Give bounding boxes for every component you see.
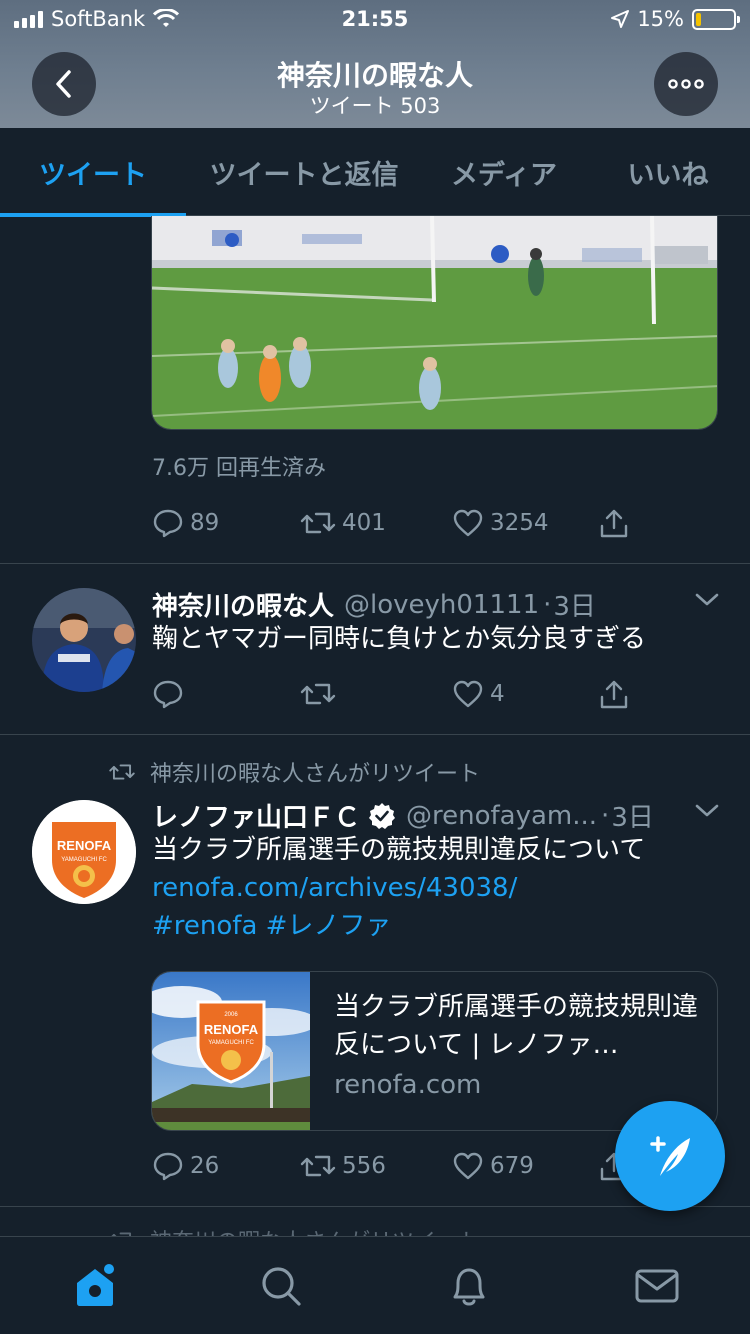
heart-icon: [453, 509, 483, 537]
reply-button[interactable]: 89: [152, 508, 219, 538]
tab-likes[interactable]: いいね: [586, 128, 750, 216]
video-thumbnail[interactable]: [151, 216, 718, 430]
tweet-count: ツイート 503: [309, 94, 441, 118]
bell-icon: [453, 1268, 485, 1306]
more-button[interactable]: [654, 52, 718, 116]
retweet-context-partial: 神奈川の暇な人さんがリツイート: [108, 1224, 480, 1236]
retweet-count: 556: [342, 1153, 386, 1179]
compose-tweet-button[interactable]: [615, 1101, 725, 1211]
reply-icon: [153, 1152, 183, 1181]
tab-media[interactable]: メディア: [422, 128, 586, 216]
like-count: 4: [490, 681, 505, 707]
battery-level: [696, 12, 702, 26]
retweet-icon: [300, 683, 336, 705]
tweet-header: 神奈川の暇な人 @loveyh01111 · 3日: [152, 586, 596, 623]
link-card[interactable]: 2006 RENOFA YAMAGUCHI FC 当クラブ所属選手の競技規則違反…: [151, 971, 718, 1131]
profile-tabs: ツイート ツイートと返信 メディア いいね: [0, 128, 750, 217]
avatar[interactable]: RENOFA YAMAGUCHI FC: [32, 800, 136, 904]
card-logo-year: 2006: [224, 1012, 238, 1018]
like-count: 679: [490, 1153, 534, 1179]
retweet-icon: [300, 1155, 336, 1177]
separator: ·: [601, 800, 610, 831]
tweet-actions: 26 556 679: [152, 1151, 652, 1191]
location-icon: [611, 10, 630, 28]
username[interactable]: @renofayam...: [406, 801, 597, 831]
search-icon: [262, 1267, 301, 1306]
like-button[interactable]: 4: [452, 679, 505, 709]
display-name[interactable]: レノファ山口ＦＣ: [152, 797, 360, 834]
card-image: 2006 RENOFA YAMAGUCHI FC: [152, 972, 310, 1130]
hashtags[interactable]: #renofa #レノファ: [152, 907, 645, 945]
reply-count: 26: [190, 1153, 220, 1179]
retweet-icon: [300, 512, 336, 534]
nav-search[interactable]: [256, 1261, 306, 1311]
chevron-down-icon[interactable]: [694, 592, 720, 608]
reply-button[interactable]: [152, 679, 190, 709]
divider: [0, 563, 750, 564]
separator: ·: [543, 589, 552, 620]
reply-count: 89: [190, 510, 220, 536]
timestamp: 3日: [553, 592, 596, 622]
profile-name: 神奈川の暇な人: [276, 59, 473, 92]
display-name[interactable]: 神奈川の暇な人: [152, 586, 334, 623]
nav-notifications[interactable]: [444, 1261, 494, 1311]
status-bar: SoftBank 21:55 15%: [0, 0, 750, 40]
home-icon: [77, 1264, 114, 1306]
retweet-icon: [109, 764, 135, 780]
bottom-nav: [0, 1236, 750, 1334]
tweet-header: レノファ山口ＦＣ @renofayam... · 3日: [152, 797, 654, 834]
retweet-context: 神奈川の暇な人さんがリツイート: [108, 756, 480, 788]
tweet-actions: 89 401 3254: [152, 508, 652, 548]
like-button[interactable]: 679: [452, 1151, 534, 1181]
chevron-down-icon[interactable]: [694, 803, 720, 819]
battery-icon: [692, 8, 740, 30]
share-button[interactable]: [598, 679, 630, 711]
tweet-text: 当クラブ所属選手の競技規則違反について renofa.com/archives/…: [152, 831, 645, 945]
retweet-button[interactable]: 556: [300, 1151, 386, 1181]
view-count: 7.6万 回再生済み: [152, 456, 326, 481]
heart-icon: [453, 1152, 483, 1180]
retweeted-by: 神奈川の暇な人さんがリツイート: [150, 1224, 480, 1236]
battery-percent: 15%: [637, 7, 684, 31]
share-icon: [600, 680, 628, 709]
reply-button[interactable]: 26: [152, 1151, 219, 1181]
timestamp: 3日: [611, 803, 654, 833]
nav-home[interactable]: [70, 1261, 120, 1311]
retweeted-by[interactable]: 神奈川の暇な人さんがリツイート: [150, 756, 480, 788]
tweet-actions: 4: [152, 679, 652, 719]
profile-header: SoftBank 21:55 15% 神奈川の暇な人 ツイート 503: [0, 0, 750, 128]
like-count: 3254: [490, 510, 549, 536]
divider: [0, 734, 750, 735]
card-logo-subtext: YAMAGUCHI FC: [208, 1040, 254, 1046]
heart-icon: [453, 680, 483, 708]
timeline[interactable]: 7.6万 回再生済み 89 401 3254 神奈川の暇な人 @loveyh01…: [0, 216, 750, 1236]
card-logo-text: RENOFA: [204, 1022, 259, 1037]
tab-tweets[interactable]: ツイート: [0, 128, 186, 217]
card-title: 当クラブ所属選手の競技規則違反について | レノファ…: [334, 992, 699, 1060]
logo-text: RENOFA: [57, 838, 112, 853]
reply-icon: [153, 680, 183, 709]
tab-tweets-and-replies[interactable]: ツイートと返信: [186, 128, 422, 216]
share-icon: [600, 509, 628, 538]
retweet-count: 401: [342, 510, 386, 536]
card-domain: renofa.com: [334, 1070, 482, 1100]
retweet-icon: [111, 1232, 132, 1236]
avatar[interactable]: [32, 588, 136, 692]
like-button[interactable]: 3254: [452, 508, 549, 538]
verified-icon: [369, 802, 396, 829]
tweet-link[interactable]: renofa.com/archives/43038/: [152, 869, 645, 907]
username[interactable]: @loveyh01111: [344, 590, 539, 620]
share-button[interactable]: [598, 508, 630, 540]
mail-icon: [635, 1269, 679, 1303]
logo-subtext: YAMAGUCHI FC: [61, 857, 107, 863]
divider: [0, 1206, 750, 1207]
compose-feather-icon: [650, 1136, 690, 1176]
more-icon: [668, 79, 704, 89]
retweet-button[interactable]: [300, 679, 342, 709]
retweet-button[interactable]: 401: [300, 508, 386, 538]
nav-messages[interactable]: [632, 1261, 682, 1311]
tweet-text: 鞠とヤマガー同時に負けとか気分良すぎる: [152, 624, 647, 654]
tweet-body: 当クラブ所属選手の競技規則違反について: [152, 835, 646, 865]
reply-icon: [153, 509, 183, 538]
